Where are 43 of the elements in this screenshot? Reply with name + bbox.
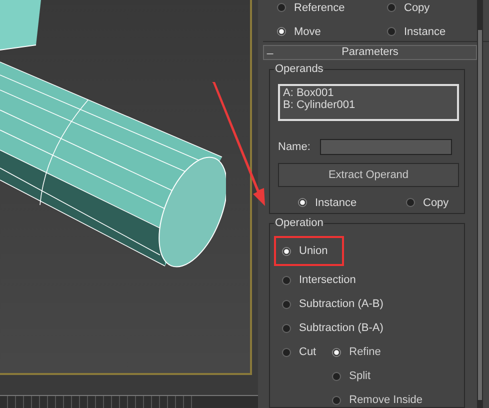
radio-button-icon[interactable] bbox=[277, 3, 286, 12]
operands-list[interactable]: A: Box001 B: Cylinder001 bbox=[278, 84, 459, 121]
radio-option[interactable]: Remove Inside bbox=[332, 393, 422, 407]
radio-button-icon[interactable] bbox=[282, 300, 291, 308]
radio-option[interactable]: Copy bbox=[387, 1, 477, 14]
radio-button-icon[interactable] bbox=[387, 27, 396, 36]
scrollbar[interactable] bbox=[477, 0, 483, 408]
radio-button-icon[interactable] bbox=[332, 396, 342, 404]
radio-option[interactable]: Refine bbox=[332, 345, 422, 359]
radio-option[interactable]: Split bbox=[332, 369, 422, 383]
scrollbar-thumb[interactable] bbox=[478, 30, 482, 400]
list-item[interactable]: B: Cylinder001 bbox=[283, 98, 454, 111]
radio-button-icon[interactable] bbox=[406, 198, 415, 208]
list-item[interactable]: A: Box001 bbox=[283, 86, 454, 99]
group-title: Operands bbox=[274, 62, 324, 75]
radio-button-icon[interactable] bbox=[282, 348, 291, 356]
radio-option[interactable]: Instance bbox=[298, 196, 406, 210]
name-field[interactable] bbox=[320, 138, 452, 155]
radio-button-icon[interactable] bbox=[282, 246, 291, 256]
group-title: Operation bbox=[274, 217, 324, 229]
radio-button-icon[interactable] bbox=[282, 276, 291, 284]
time-slider-track[interactable] bbox=[0, 395, 258, 408]
extract-operand-button[interactable]: Extract Operand bbox=[278, 162, 459, 187]
radio-button-icon[interactable] bbox=[298, 198, 307, 208]
radio-option[interactable]: Instance bbox=[387, 24, 477, 39]
radio-button-icon[interactable] bbox=[277, 27, 286, 36]
collapse-toggle[interactable]: _ bbox=[267, 42, 274, 55]
radio-button-icon[interactable] bbox=[282, 324, 291, 332]
rollout-title: Parameters bbox=[342, 46, 398, 58]
radio-option[interactable]: Subtraction (B-A) bbox=[282, 321, 384, 335]
radio-option[interactable]: Move bbox=[277, 24, 387, 39]
radio-button-icon[interactable] bbox=[387, 3, 396, 12]
radio-option[interactable]: Cut bbox=[282, 345, 316, 359]
radio-option[interactable]: Intersection bbox=[282, 273, 356, 287]
radio-button-icon[interactable] bbox=[332, 348, 342, 356]
viewport[interactable] bbox=[0, 0, 252, 375]
radio-option[interactable]: Reference bbox=[277, 1, 387, 14]
radio-button-icon[interactable] bbox=[332, 372, 342, 380]
radio-option[interactable]: Copy bbox=[406, 196, 466, 210]
radio-option[interactable]: Union bbox=[282, 244, 328, 258]
rollout-header[interactable]: _ Parameters bbox=[263, 44, 477, 60]
name-label: Name: bbox=[278, 140, 310, 153]
radio-option[interactable]: Subtraction (A-B) bbox=[282, 297, 384, 311]
